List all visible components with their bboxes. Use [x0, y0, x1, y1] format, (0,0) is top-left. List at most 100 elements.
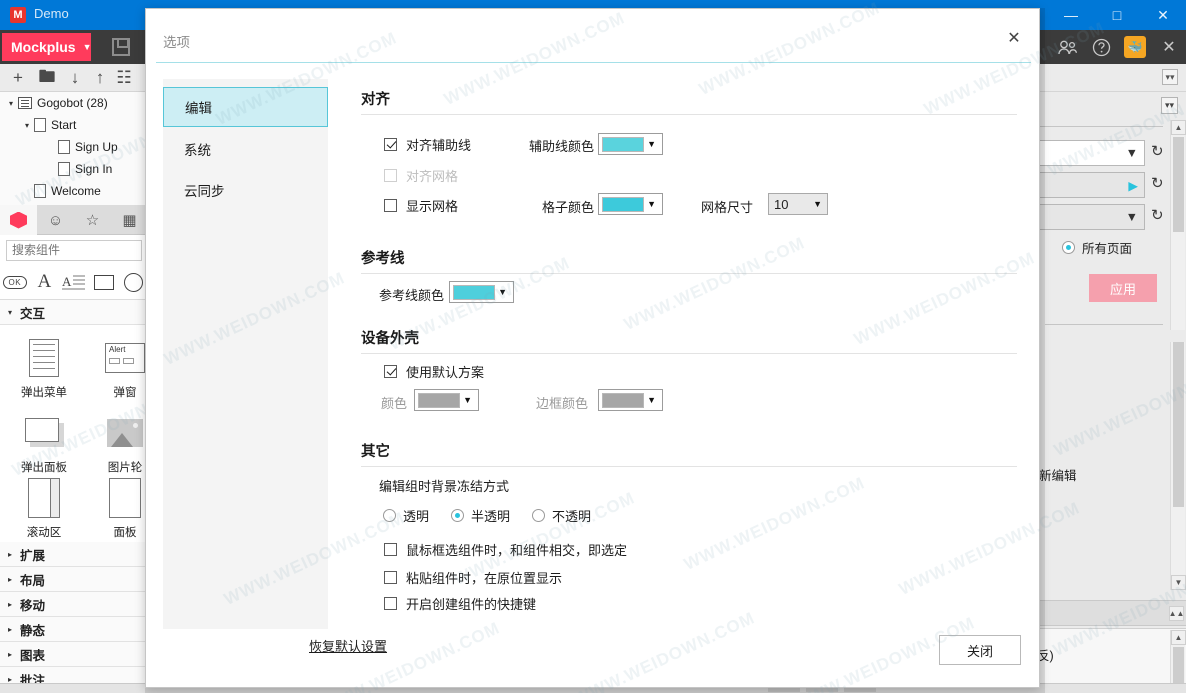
chevron-down-icon[interactable]: ▼ [1126, 210, 1138, 224]
expand-arrow-icon[interactable]: ▾ [20, 121, 34, 130]
radio-icon[interactable] [1062, 241, 1075, 254]
grid-color-picker[interactable]: ▼ [598, 193, 663, 215]
device-color-picker[interactable]: ▼ [414, 389, 479, 411]
inspector-scrollbar-2[interactable]: ▼ [1170, 342, 1186, 590]
component-popup-panel[interactable]: 弹出面板 [7, 400, 81, 475]
radio-transparent[interactable]: 透明 [383, 506, 429, 525]
checkbox-icon[interactable] [384, 571, 397, 584]
paragraph-icon[interactable]: A [59, 273, 89, 292]
expand-arrow-icon[interactable]: ▾ [0, 308, 20, 317]
reset-font-family-icon[interactable]: ↻ [1151, 142, 1169, 160]
component-scroll-area[interactable]: 滚动区 [7, 465, 81, 540]
close-icon[interactable]: ✕ [1152, 30, 1186, 64]
chevron-down-icon[interactable]: ▼ [463, 395, 475, 405]
radio-semi-transparent[interactable]: 半透明 [451, 506, 510, 525]
folder-icon[interactable]: 🖿 [37, 67, 57, 88]
reset-font-size-icon[interactable]: ↻ [1151, 174, 1169, 192]
masters-tab[interactable]: ▦ [111, 205, 148, 235]
apply-scope-radio[interactable]: 所有页面 [1062, 238, 1132, 257]
checkbox-icon[interactable] [384, 169, 397, 182]
radio-opaque[interactable]: 不透明 [532, 506, 591, 525]
scroll-up-icon[interactable]: ▲ [1171, 120, 1186, 135]
expand-section-icon[interactable]: ▲▲ [1169, 606, 1184, 621]
checkbox-icon[interactable] [384, 199, 397, 212]
collapse-arrow-icon[interactable]: ▸ [0, 625, 20, 634]
text-icon[interactable]: A [30, 271, 60, 293]
category-interaction[interactable]: ▾ 交互 [0, 300, 148, 325]
collapse-inspector-button[interactable]: ▾▾ [1161, 97, 1178, 114]
scroll-up-icon[interactable]: ▲ [1171, 630, 1186, 645]
tree-item-start[interactable]: ▾ Start [0, 114, 147, 136]
apply-button[interactable]: 应用 [1089, 274, 1157, 302]
avatar[interactable]: 🐳 [1118, 30, 1152, 64]
stepper-icon[interactable]: ▶ [1128, 178, 1138, 193]
radio-icon[interactable] [532, 509, 546, 522]
reset-font-style-icon[interactable]: ↻ [1151, 206, 1169, 224]
icons-tab[interactable]: ☺ [37, 205, 74, 235]
chevron-down-icon[interactable]: ▼ [498, 287, 510, 297]
users-icon[interactable] [1050, 30, 1084, 64]
checkbox-icon[interactable] [384, 597, 397, 610]
expand-arrow-icon[interactable]: ▾ [4, 99, 18, 108]
checkbox-show-grid[interactable]: 显示网格 [384, 196, 458, 215]
chevron-down-icon[interactable]: ▼ [647, 139, 659, 149]
category-layout[interactable]: ▸ 布局 [0, 567, 148, 592]
plus-icon[interactable]: + [8, 68, 28, 88]
restore-defaults-link[interactable]: 恢复默认设置 [309, 636, 387, 655]
chevron-down-icon[interactable]: ▼ [1126, 146, 1138, 160]
sitemap-icon[interactable]: ☷ [114, 68, 134, 88]
collapse-arrow-icon[interactable]: ▸ [0, 550, 20, 559]
minimize-button[interactable]: — [1048, 0, 1094, 30]
chevron-down-icon[interactable]: ▼ [647, 199, 659, 209]
checkbox-align-guides[interactable]: 对齐辅助线 [384, 135, 471, 154]
brand-menu-button[interactable]: Mockplus ▼ [2, 33, 92, 61]
ok-button-icon[interactable]: OK [0, 275, 30, 289]
chevron-down-icon[interactable]: ▼ [813, 199, 822, 209]
tree-item-welcome[interactable]: ▾ Welcome [0, 180, 147, 202]
guideline-color-picker[interactable]: ▼ [449, 281, 514, 303]
checkbox-icon[interactable] [384, 543, 397, 556]
nav-item-edit[interactable]: 编辑 [163, 87, 328, 127]
checkbox-paste-in-place[interactable]: 粘贴组件时，在原位置显示 [384, 568, 562, 587]
arrow-down-icon[interactable]: ↓ [65, 68, 85, 88]
checkbox-icon[interactable] [384, 365, 397, 378]
scrollbar-thumb[interactable] [1173, 342, 1184, 507]
nav-item-cloud-sync[interactable]: 云同步 [163, 170, 328, 210]
circle-icon[interactable] [118, 272, 148, 292]
checkbox-use-default-scheme[interactable]: 使用默认方案 [384, 362, 484, 381]
close-dialog-button[interactable]: 关闭 [939, 635, 1021, 665]
maximize-button[interactable]: □ [1094, 0, 1140, 30]
tree-item-signup[interactable]: ▾ Sign Up [0, 136, 147, 158]
tree-item-signin[interactable]: ▾ Sign In [0, 158, 147, 180]
category-extensions[interactable]: ▸ 扩展 [0, 542, 148, 567]
panel-splitter[interactable]: ▲▲ [1031, 600, 1186, 626]
category-mobile[interactable]: ▸ 移动 [0, 592, 148, 617]
checkbox-icon[interactable] [384, 138, 397, 151]
inspector-scrollbar[interactable]: ▲ [1170, 120, 1186, 330]
scroll-down-icon[interactable]: ▼ [1171, 575, 1186, 590]
radio-icon[interactable] [383, 509, 396, 522]
scrollbar-thumb[interactable] [1173, 137, 1184, 232]
collapse-arrow-icon[interactable]: ▸ [0, 575, 20, 584]
chevron-down-icon[interactable]: ▼ [647, 395, 659, 405]
close-window-button[interactable]: ✕ [1140, 0, 1186, 30]
collapse-panel-button[interactable]: ▾▾ [1162, 69, 1178, 85]
favorites-tab[interactable]: ☆ [74, 205, 111, 235]
collapse-arrow-icon[interactable]: ▸ [0, 600, 20, 609]
radio-icon[interactable] [451, 509, 465, 522]
rectangle-icon[interactable] [89, 274, 119, 290]
component-popup-menu[interactable]: 弹出菜单 [7, 325, 81, 400]
nav-item-system[interactable]: 系统 [163, 129, 328, 169]
category-static[interactable]: ▸ 静态 [0, 617, 148, 642]
arrow-up-icon[interactable]: ↑ [90, 68, 110, 88]
collapse-arrow-icon[interactable]: ▸ [0, 650, 20, 659]
guide-color-picker[interactable]: ▼ [598, 133, 663, 155]
device-border-color-picker[interactable]: ▼ [598, 389, 663, 411]
tree-item-project[interactable]: ▾ Gogobot (28) [0, 92, 147, 114]
grid-size-select[interactable]: 10 ▼ [768, 193, 828, 215]
checkbox-marquee-intersect-select[interactable]: 鼠标框选组件时，和组件相交，即选定 [384, 540, 627, 559]
checkbox-enable-create-shortcuts[interactable]: 开启创建组件的快捷键 [384, 594, 536, 613]
search-input[interactable] [6, 239, 142, 261]
components-tab[interactable] [0, 205, 37, 235]
checkbox-snap-grid[interactable]: 对齐网格 [384, 166, 458, 185]
